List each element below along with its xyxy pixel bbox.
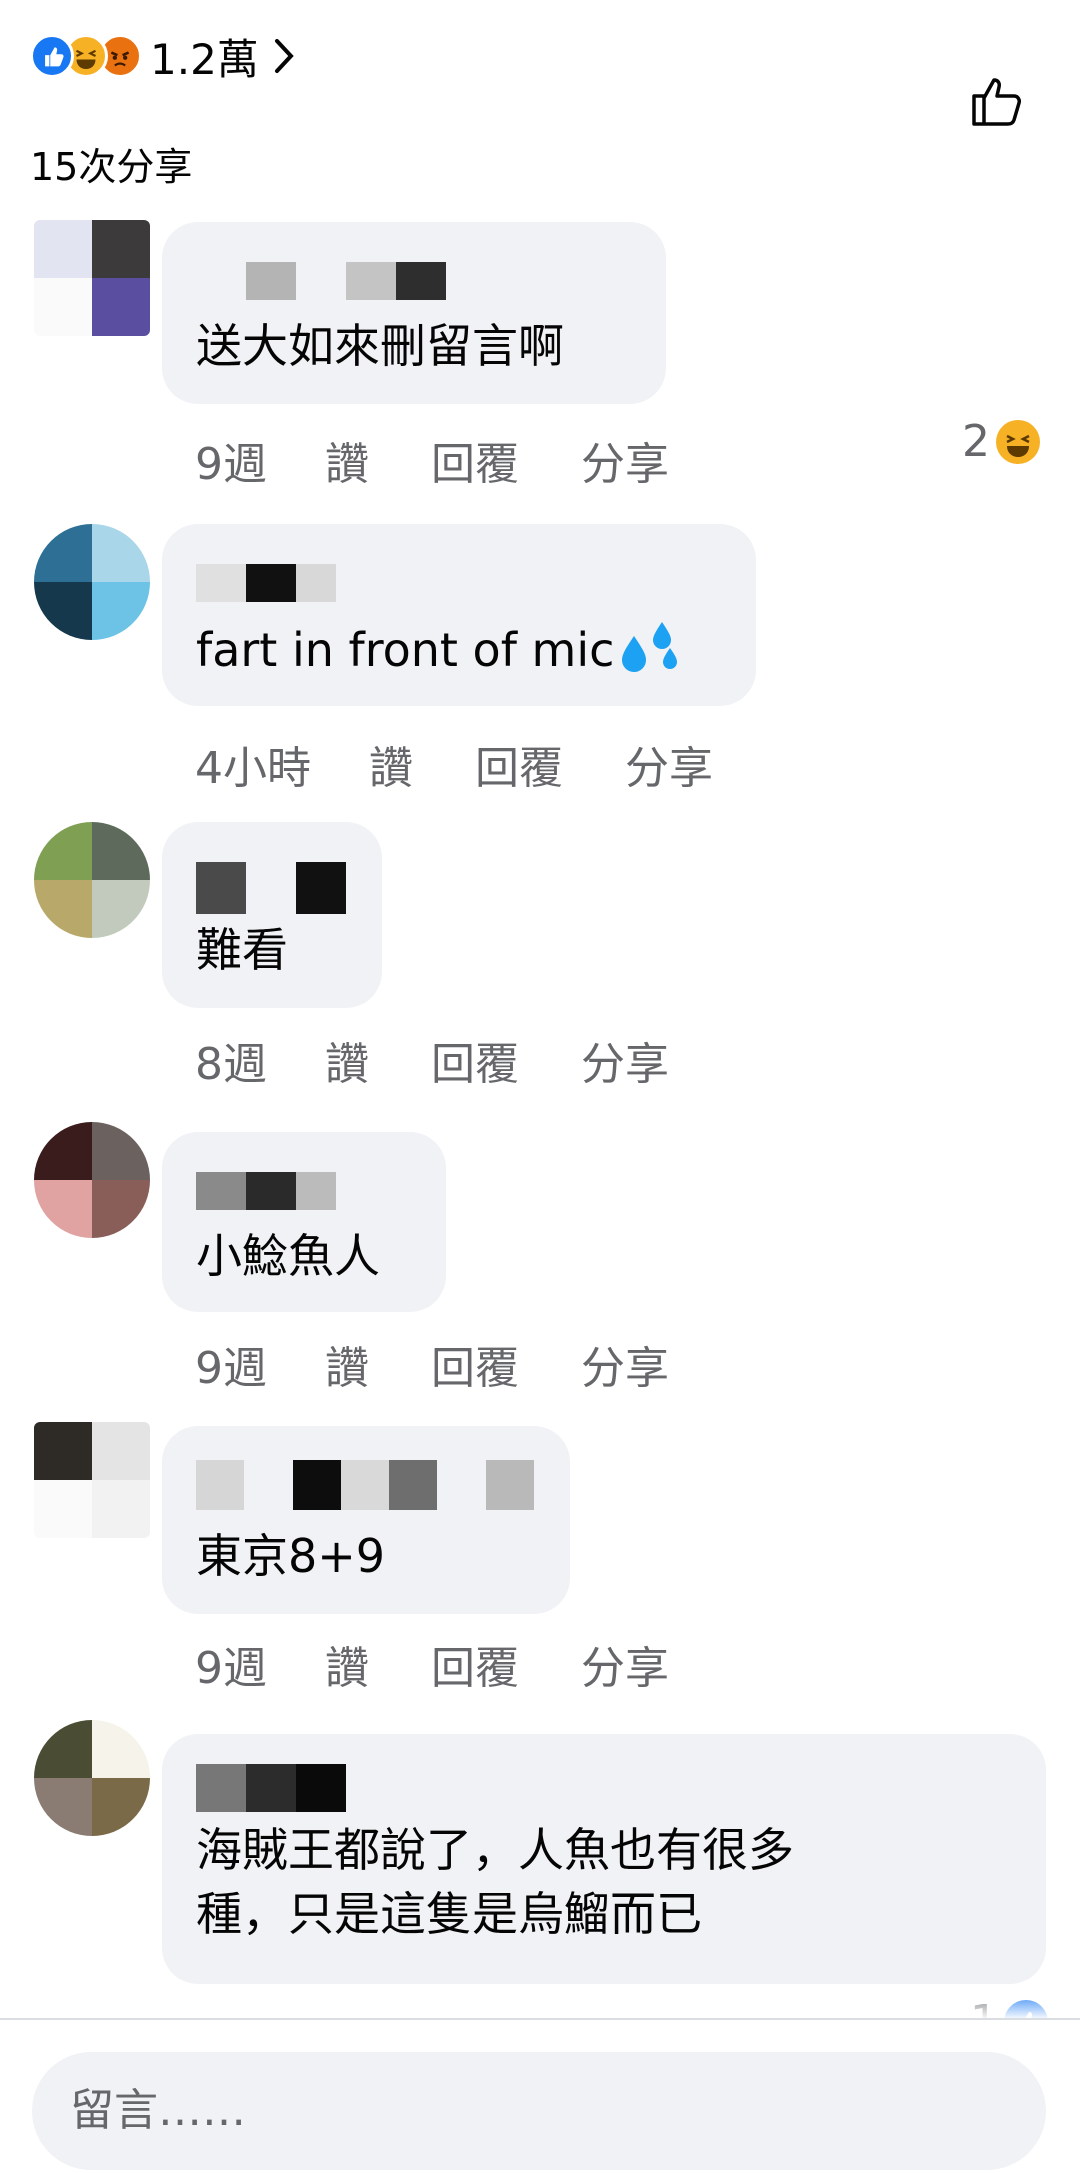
comment-reaction-count[interactable]: 2 — [962, 416, 1040, 467]
reaction-count: 1.2萬 — [150, 34, 259, 84]
like-button[interactable]: 讚 — [325, 1632, 369, 1696]
comment-text: 難看 — [196, 923, 288, 977]
author-name-redacted[interactable] — [196, 262, 630, 300]
comment-actions: 9週 讚 回覆 分享 — [195, 428, 731, 492]
comment-bubble[interactable]: 小鯰魚人 — [162, 1132, 446, 1312]
avatar[interactable] — [34, 220, 150, 336]
like-button[interactable]: 讚 — [325, 428, 369, 492]
avatar[interactable] — [34, 1122, 150, 1238]
comment-bubble[interactable]: 海賊王都說了，人魚也有很多 種，只是這隻是烏鰡而已 — [162, 1734, 1046, 1984]
reply-button[interactable]: 回覆 — [431, 428, 519, 492]
reactions-summary[interactable]: 1.2萬 — [30, 30, 295, 84]
like-button[interactable]: 讚 — [325, 1028, 369, 1092]
comment-composer — [0, 2018, 1080, 2173]
comment-time[interactable]: 9週 — [195, 1632, 267, 1696]
share-button[interactable]: 分享 — [581, 428, 669, 492]
author-name-redacted[interactable] — [196, 1460, 534, 1510]
comment-bubble[interactable]: fart in front of mic — [162, 524, 756, 706]
sweat-droplets-icon — [622, 622, 678, 672]
comment-text: 海賊王都說了，人魚也有很多 種，只是這隻是烏鰡而已 — [196, 1823, 794, 1941]
comment-actions: 8週 讚 回覆 分享 — [195, 1028, 731, 1092]
avatar[interactable] — [34, 524, 150, 640]
comment-text: 小鯰魚人 — [196, 1229, 380, 1283]
comment-bubble[interactable]: 難看 — [162, 822, 382, 1008]
reply-button[interactable]: 回覆 — [431, 1332, 519, 1396]
reply-button[interactable]: 回覆 — [431, 1028, 519, 1092]
share-button[interactable]: 分享 — [625, 732, 713, 796]
author-name-redacted[interactable] — [196, 564, 720, 602]
comment-actions: 9週 讚 回覆 分享 — [195, 1632, 731, 1696]
comment-bubble[interactable]: 送大如來刪留言啊 — [162, 222, 666, 404]
avatar[interactable] — [34, 1720, 150, 1836]
haha-icon — [996, 419, 1040, 464]
share-button[interactable]: 分享 — [581, 1632, 669, 1696]
comment-time[interactable]: 8週 — [195, 1028, 267, 1092]
reply-button[interactable]: 回覆 — [431, 1632, 519, 1696]
share-count[interactable]: 15次分享 — [30, 136, 192, 191]
like-button[interactable]: 讚 — [325, 1332, 369, 1396]
comment-time[interactable]: 4小時 — [195, 732, 311, 796]
comment-time[interactable]: 9週 — [195, 428, 267, 492]
avatar[interactable] — [34, 822, 150, 938]
like-icon — [30, 34, 74, 78]
comment-actions: 4小時 讚 回覆 分享 — [195, 732, 775, 796]
chevron-right-icon — [274, 39, 294, 73]
comment-text: 送大如來刪留言啊 — [196, 319, 564, 373]
author-name-redacted[interactable] — [196, 1172, 410, 1210]
comment-actions: 9週 讚 回覆 分享 — [195, 1332, 731, 1396]
author-name-redacted[interactable] — [196, 1764, 1010, 1812]
scroll-fade — [0, 1988, 1080, 2020]
comment-input[interactable] — [32, 2052, 1046, 2170]
comment-text: fart in front of mic — [196, 616, 720, 682]
thumbs-up-icon[interactable] — [968, 70, 1028, 130]
comment-time[interactable]: 9週 — [195, 1332, 267, 1396]
share-button[interactable]: 分享 — [581, 1332, 669, 1396]
post-summary-bar: 1.2萬 15次分享 — [0, 0, 1080, 200]
reply-button[interactable]: 回覆 — [475, 732, 563, 796]
share-button[interactable]: 分享 — [581, 1028, 669, 1092]
author-name-redacted[interactable] — [196, 862, 346, 914]
like-button[interactable]: 讚 — [369, 732, 413, 796]
comment-text: 東京8+9 — [196, 1529, 386, 1583]
avatar[interactable] — [34, 1422, 150, 1538]
comment-bubble[interactable]: 東京8+9 — [162, 1426, 570, 1614]
